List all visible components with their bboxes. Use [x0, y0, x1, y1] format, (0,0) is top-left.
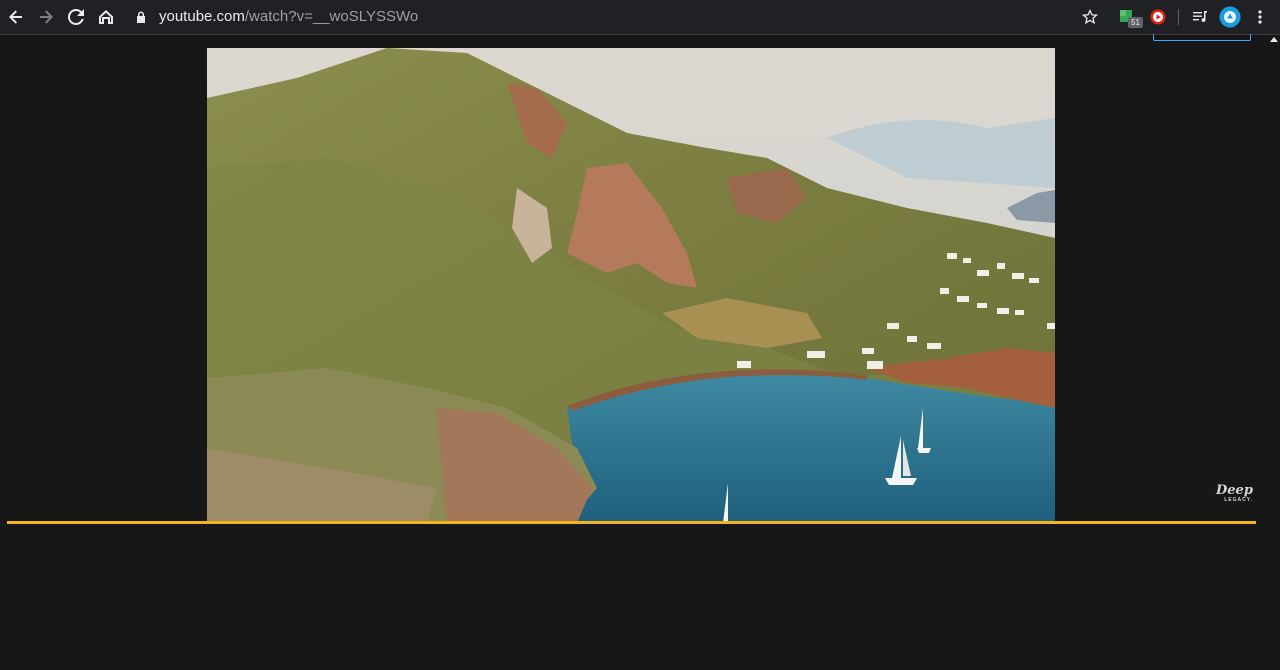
browser-toolbar: youtube.com/watch?v=__woSLYSSWo 51 [0, 0, 1280, 35]
profile-icon[interactable] [1217, 4, 1243, 30]
lock-icon[interactable] [131, 4, 151, 30]
youtube-extension-icon[interactable] [1145, 4, 1171, 30]
video-frame[interactable] [207, 48, 1055, 523]
back-arrow-icon[interactable] [3, 4, 29, 30]
star-icon[interactable] [1077, 4, 1103, 30]
media-control-icon[interactable] [1187, 4, 1213, 30]
extension-badge: 51 [1128, 17, 1143, 28]
forward-arrow-icon[interactable] [33, 4, 59, 30]
watermark-main-text: Deep [1216, 483, 1253, 498]
header-button-edge[interactable] [1153, 34, 1251, 41]
toolbar-separator [1178, 9, 1179, 25]
url-host: youtube.com [159, 8, 245, 25]
channel-watermark: Deep LEGACY. [1216, 484, 1253, 503]
reload-icon[interactable] [63, 4, 89, 30]
scroll-up-icon[interactable] [1270, 37, 1278, 42]
video-progress-bar[interactable] [7, 521, 1256, 524]
url-path: /watch?v=__woSLYSSWo [244, 8, 419, 25]
menu-icon[interactable] [1247, 4, 1273, 30]
scrollbar[interactable] [1268, 35, 1280, 670]
address-bar[interactable]: youtube.com/watch?v=__woSLYSSWo [159, 8, 418, 26]
home-icon[interactable] [93, 4, 119, 30]
coastline-scene-image [207, 48, 1055, 523]
